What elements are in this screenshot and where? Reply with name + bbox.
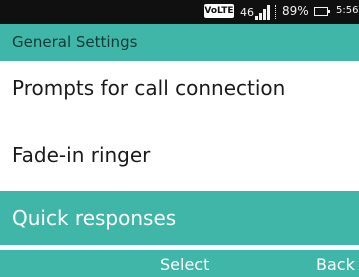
menu-item-quick-responses[interactable]: Quick responses bbox=[0, 191, 359, 245]
menu-item-label: Quick responses bbox=[12, 206, 177, 230]
status-bar: VoLTE 46 89% 5:56PM bbox=[0, 0, 359, 24]
menu-item-label: Prompts for call connection bbox=[12, 76, 286, 100]
page-title: General Settings bbox=[12, 33, 138, 51]
softkey-bar: Select Back bbox=[0, 250, 359, 277]
signal-bars-icon bbox=[255, 4, 273, 20]
menu-item-fade-in-ringer[interactable]: Fade-in ringer bbox=[0, 128, 359, 182]
battery-icon bbox=[314, 7, 330, 16]
battery-percent: 89% bbox=[282, 4, 309, 18]
data-activity-icon bbox=[275, 5, 279, 19]
network-type-label: 46 bbox=[240, 6, 254, 19]
phone-screen: VoLTE 46 89% 5:56PM General Settings Pro… bbox=[0, 0, 359, 277]
back-softkey[interactable]: Back bbox=[316, 255, 355, 274]
select-softkey[interactable]: Select bbox=[160, 255, 209, 274]
header-bar: General Settings bbox=[0, 24, 359, 61]
clock: 5:56PM bbox=[336, 5, 359, 16]
battery-cap bbox=[328, 10, 330, 13]
menu-item-label: Fade-in ringer bbox=[12, 143, 151, 167]
menu-item-call-connection-prompts[interactable]: Prompts for call connection bbox=[0, 61, 359, 115]
volte-badge: VoLTE bbox=[204, 4, 234, 18]
